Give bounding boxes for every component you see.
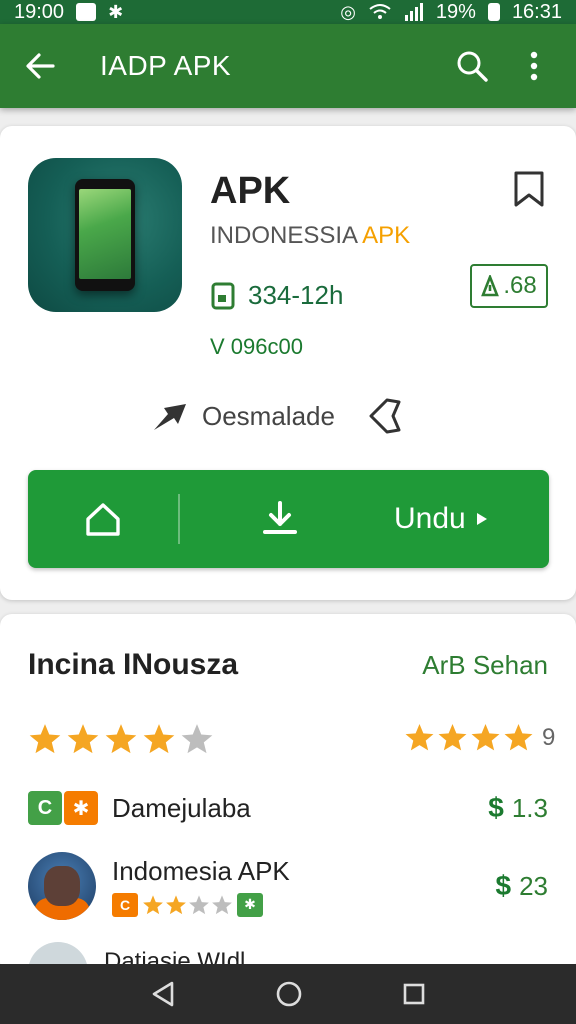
list-item-value: $ 23 xyxy=(495,870,549,901)
back-button[interactable] xyxy=(20,46,60,86)
nav-back-icon[interactable] xyxy=(150,980,176,1008)
star-icon xyxy=(471,723,500,751)
search-button[interactable] xyxy=(450,44,494,88)
settings-icon: ✱ xyxy=(108,1,124,22)
developer-prefix: INDONESSIA xyxy=(210,222,357,249)
list-item-label: Indomesia APK xyxy=(112,855,290,886)
developer-name[interactable]: INDONESSIA APK xyxy=(210,222,410,250)
nav-home-icon[interactable] xyxy=(275,980,303,1008)
developer-accent: APK xyxy=(362,222,411,249)
install-button[interactable]: Undu xyxy=(380,470,549,568)
download-icon xyxy=(263,501,297,534)
list-item-meta: C ✱ xyxy=(112,892,290,917)
star-icon xyxy=(212,894,232,914)
app-version: V 096c00 xyxy=(210,334,303,359)
upload-icon xyxy=(86,503,120,536)
app-size: 334-12h xyxy=(248,280,344,310)
avatar xyxy=(28,852,96,920)
battery-icon xyxy=(487,3,500,21)
app-bar-title: IADP APK xyxy=(100,50,232,81)
see-all-link[interactable]: ArB Sehan xyxy=(422,650,548,681)
phone-icon xyxy=(75,179,135,291)
meta-label: Oesmalade xyxy=(202,400,335,431)
download-button[interactable] xyxy=(180,470,380,568)
section-title: Incina INouszа xyxy=(28,648,239,681)
star-icon xyxy=(67,724,99,754)
rating-value: .68 xyxy=(503,272,537,299)
star-icon xyxy=(405,723,434,751)
install-action-bar: Undu xyxy=(28,470,549,568)
more-options-button[interactable] xyxy=(512,44,556,88)
dollar-icon: $ xyxy=(488,792,504,823)
star-icon xyxy=(143,894,163,914)
wifi-icon xyxy=(369,4,391,19)
bookmark-button[interactable] xyxy=(512,170,548,210)
c-badge-icon: C xyxy=(112,892,138,917)
status-time-left: 19:00 xyxy=(14,0,65,23)
more-vert-icon xyxy=(530,51,538,81)
star-icon xyxy=(504,723,533,751)
dollar-icon: $ xyxy=(495,870,512,901)
size-row: 334-12h xyxy=(210,280,343,311)
rating-stars-secondary: 9 xyxy=(404,722,555,753)
app-bar: IADP APK xyxy=(0,24,576,108)
rating-badge: .68 xyxy=(470,264,548,308)
arrow-left-icon xyxy=(26,53,55,79)
storage-icon xyxy=(211,282,235,309)
list-item-value: $ 1.3 xyxy=(488,792,548,823)
puzzle-badge-icon: ✱ xyxy=(237,892,263,917)
bookmark-icon xyxy=(514,171,544,207)
star-icon xyxy=(189,894,209,914)
status-time-right: 16:31 xyxy=(511,0,562,23)
star-icon xyxy=(143,724,175,754)
rating-icon xyxy=(481,275,500,297)
list-item[interactable]: Indomesia APK C ✱ $ 23 xyxy=(28,848,548,924)
play-arrow-icon xyxy=(476,513,487,525)
app-name: APK xyxy=(210,170,291,212)
search-icon xyxy=(457,51,488,82)
star-icon xyxy=(166,894,186,914)
asterisk-badge-icon: ✱ xyxy=(64,791,98,825)
signal-icon xyxy=(404,3,423,21)
share-app-button[interactable] xyxy=(28,470,178,568)
notification-icon xyxy=(76,3,97,21)
install-label: Undu xyxy=(394,502,466,535)
vibrate-icon: ◎ xyxy=(340,1,356,22)
c-badge-icon: C xyxy=(28,791,62,825)
star-icon xyxy=(105,724,137,754)
status-bar: 19:00 ✱ ◎ 19% 16:31 xyxy=(0,0,576,24)
system-nav-bar xyxy=(0,964,576,1024)
arrow-forward-icon xyxy=(154,404,186,430)
rating-count: 9 xyxy=(542,723,556,751)
meta-row: Oesmalade xyxy=(152,396,403,436)
share-icon[interactable] xyxy=(367,396,403,436)
nav-recents-icon[interactable] xyxy=(402,982,426,1006)
ratings-card: Incina INouszа ArB Sehan 9 C ✱ Damejulab… xyxy=(0,614,576,982)
app-badges: C ✱ xyxy=(28,791,98,825)
star-icon xyxy=(181,724,213,754)
list-item-label: Damejulaba xyxy=(112,792,251,823)
rating-stars xyxy=(28,722,214,756)
app-detail-card: APK INDONESSIA APK 334-12h .68 V 096c00 … xyxy=(0,126,576,600)
star-icon xyxy=(29,724,61,754)
battery-percent: 19% xyxy=(435,0,476,23)
star-icon xyxy=(438,723,467,751)
list-item[interactable]: C ✱ Damejulaba $ 1.3 xyxy=(28,784,548,832)
app-icon xyxy=(28,158,182,312)
